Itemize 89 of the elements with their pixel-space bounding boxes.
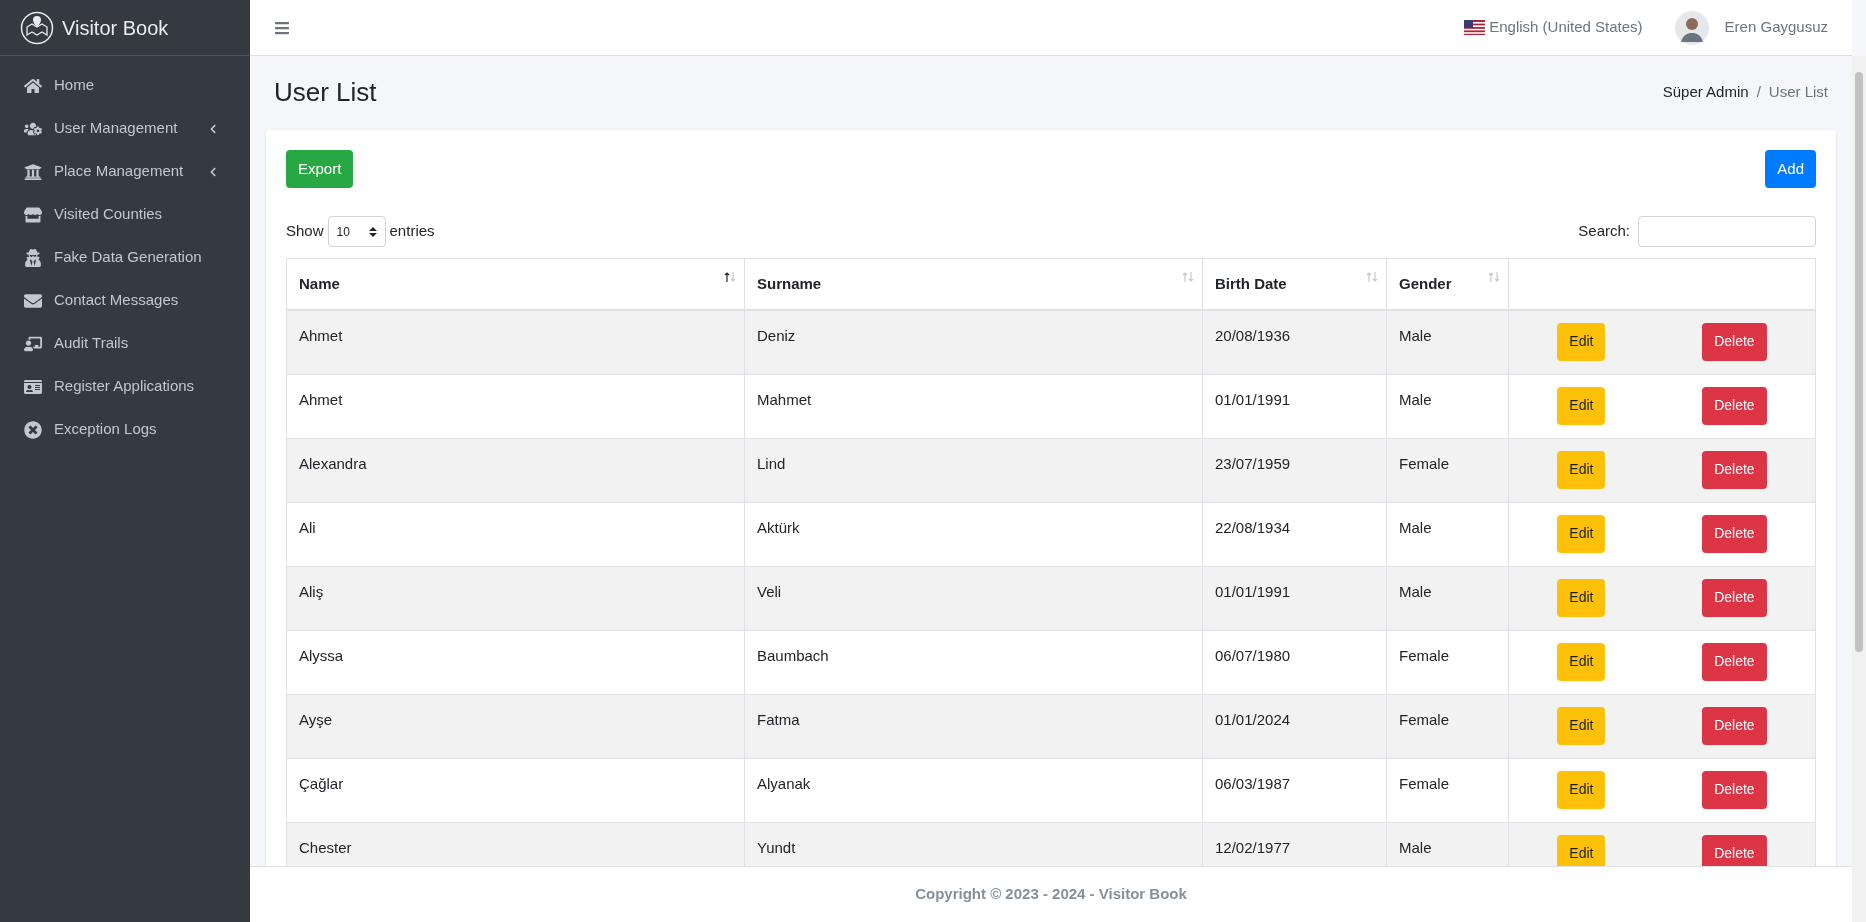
table-cell: Male xyxy=(1386,374,1509,438)
table-cell: 22/08/1934 xyxy=(1202,502,1387,566)
breadcrumb-item: User List xyxy=(1768,81,1828,102)
table-cell: Female xyxy=(1386,694,1509,758)
sidebar-item[interactable]: Fake Data Generation xyxy=(8,236,242,279)
table-cell: Fatma xyxy=(744,694,1203,758)
table-cell: Ahmet xyxy=(286,374,745,438)
delete-button[interactable]: Delete xyxy=(1702,770,1767,809)
delete-button[interactable]: Delete xyxy=(1702,706,1767,745)
delete-button[interactable]: Delete xyxy=(1702,514,1767,553)
user-name[interactable]: Eren Gaygusuz xyxy=(1724,16,1828,39)
table-cell: Alyssa xyxy=(286,630,745,694)
table-cell: 01/01/2024 xyxy=(1202,694,1387,758)
table-cell: Baumbach xyxy=(744,630,1203,694)
spy-icon xyxy=(24,248,42,267)
delete-button[interactable]: Delete xyxy=(1702,834,1767,866)
delete-button[interactable]: Delete xyxy=(1702,642,1767,681)
delete-button[interactable]: Delete xyxy=(1702,578,1767,617)
entries-label: entries xyxy=(389,221,435,242)
page-title: User List xyxy=(274,75,377,109)
edit-button[interactable]: Edit xyxy=(1557,386,1606,425)
table-cell: Alexandra xyxy=(286,438,745,502)
presenter-icon xyxy=(24,334,42,353)
sidebar-item[interactable]: Visited Counties xyxy=(8,193,242,236)
language-selector[interactable]: English (United States) xyxy=(1464,16,1643,39)
table-cell: Male xyxy=(1386,309,1509,374)
sidebar-item[interactable]: Place Management xyxy=(8,150,242,193)
table-cell: Aliş xyxy=(286,566,745,630)
envelope-icon xyxy=(24,291,42,310)
column-header[interactable]: Birth Date xyxy=(1202,258,1387,310)
table-cell: Ahmet xyxy=(286,309,745,374)
map-book-logo-icon xyxy=(20,10,54,45)
show-label: Show xyxy=(286,221,324,242)
table-cell: Ali xyxy=(286,502,745,566)
delete-button[interactable]: Delete xyxy=(1702,322,1767,361)
table-cell: Deniz xyxy=(744,309,1203,374)
table-cell: Female xyxy=(1386,438,1509,502)
menu-button[interactable] xyxy=(274,19,290,36)
sidebar-item[interactable]: Home xyxy=(8,64,242,107)
column-header[interactable]: Surname xyxy=(744,258,1203,310)
table-cell: Çağlar xyxy=(286,758,745,822)
avatar[interactable] xyxy=(1674,10,1709,45)
bank-icon xyxy=(24,162,42,181)
sidebar-item[interactable]: Contact Messages xyxy=(8,279,242,322)
sidebar-item[interactable]: User Management xyxy=(8,107,242,150)
table-cell: Female xyxy=(1386,758,1509,822)
table-cell: Lind xyxy=(744,438,1203,502)
sidebar-item[interactable]: Exception Logs xyxy=(8,408,242,451)
updown-caret-icon xyxy=(368,225,377,238)
copyright-text: Copyright © 2023 - 2024 - Visitor Book xyxy=(915,884,1187,905)
table-cell: Female xyxy=(1386,630,1509,694)
entries-select[interactable]: 10 xyxy=(327,216,386,247)
breadcrumb-item[interactable]: Süper Admin xyxy=(1662,80,1749,104)
sidebar-item[interactable]: Audit Trails xyxy=(8,322,242,365)
table-cell: Ayşe xyxy=(286,694,745,758)
brand-name[interactable]: Visitor Book xyxy=(62,12,169,43)
id-card-icon xyxy=(24,377,42,396)
store-icon xyxy=(24,205,42,224)
edit-button[interactable]: Edit xyxy=(1557,706,1606,745)
column-header[interactable]: Name xyxy=(286,258,745,310)
sidebar-item[interactable]: Register Applications xyxy=(8,365,242,408)
table-cell: Alyanak xyxy=(744,758,1203,822)
table-cell: Male xyxy=(1386,502,1509,566)
edit-button[interactable]: Edit xyxy=(1557,578,1606,617)
table-cell: Mahmet xyxy=(744,374,1203,438)
home-icon xyxy=(24,76,42,95)
table-cell: 20/08/1936 xyxy=(1202,309,1387,374)
delete-button[interactable]: Delete xyxy=(1702,450,1767,489)
edit-button[interactable]: Edit xyxy=(1557,514,1606,553)
table-cell: 06/07/1980 xyxy=(1202,630,1387,694)
edit-button[interactable]: Edit xyxy=(1557,322,1606,361)
delete-button[interactable]: Delete xyxy=(1702,386,1767,425)
table-cell: Veli xyxy=(744,566,1203,630)
flag-icon xyxy=(1464,20,1486,35)
breadcrumb-separator: / xyxy=(1756,81,1761,102)
edit-button[interactable]: Edit xyxy=(1557,450,1606,489)
search-field[interactable] xyxy=(1638,216,1816,247)
edit-button[interactable]: Edit xyxy=(1557,642,1606,681)
table-cell: 06/03/1987 xyxy=(1202,758,1387,822)
table-cell: 01/01/1991 xyxy=(1202,374,1387,438)
table-cell: 23/07/1959 xyxy=(1202,438,1387,502)
add-button[interactable]: Add xyxy=(1765,150,1816,188)
column-header[interactable]: Gender xyxy=(1386,258,1509,310)
table-cell: Aktürk xyxy=(744,502,1203,566)
search-label: Search: xyxy=(1578,221,1630,242)
table-cell: Male xyxy=(1386,566,1509,630)
edit-button[interactable]: Edit xyxy=(1557,770,1606,809)
table-cell: 01/01/1991 xyxy=(1202,566,1387,630)
edit-button[interactable]: Edit xyxy=(1557,834,1606,866)
